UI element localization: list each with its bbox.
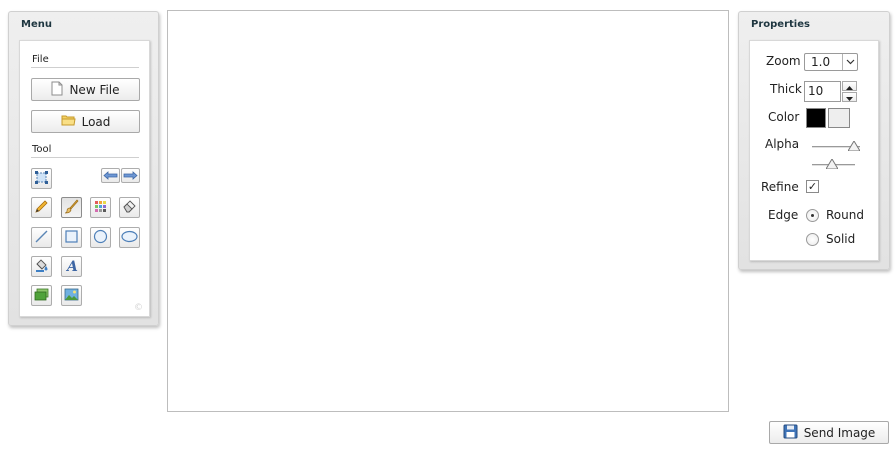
text-tool-button[interactable]: A: [61, 256, 82, 277]
pencil-tool-button[interactable]: [31, 197, 52, 218]
brush-icon: [64, 198, 79, 217]
thick-label: Thick: [770, 82, 802, 96]
refine-label: Refine: [761, 180, 799, 194]
rectangle-icon: [64, 229, 79, 247]
palette-tool-button[interactable]: [90, 197, 111, 218]
zoom-label: Zoom: [766, 54, 801, 68]
layer-tool-button[interactable]: [31, 285, 52, 306]
zoom-value: 1.0: [811, 55, 831, 69]
layer-icon: [34, 288, 49, 304]
load-label: Load: [81, 114, 111, 129]
circle-tool-button[interactable]: [90, 227, 111, 248]
select-icon: [34, 170, 49, 188]
primary-color-swatch[interactable]: [806, 108, 826, 128]
file-section-label: File: [32, 54, 49, 65]
drawing-canvas[interactable]: [167, 10, 729, 412]
color-label: Color: [768, 110, 800, 124]
menu-panel: Menu File New File Load Tool A ©: [8, 11, 159, 326]
brush-tool-button[interactable]: [61, 197, 82, 218]
ellipse-tool-button[interactable]: [119, 227, 140, 248]
properties-body: Zoom 1.0 Thick 10 Color Alpha Refine ✓ E…: [749, 40, 879, 261]
edge-round-label: Round: [826, 208, 864, 222]
fill-bucket-icon: [34, 258, 49, 276]
text-icon: A: [64, 258, 79, 276]
eraser-tool-button[interactable]: [119, 197, 140, 218]
folder-icon: [61, 114, 76, 129]
pencil-icon: [34, 199, 49, 217]
properties-panel: Properties Zoom 1.0 Thick 10 Color Alpha: [738, 11, 890, 270]
save-icon: [783, 424, 798, 442]
redo-button[interactable]: [121, 168, 140, 183]
copyright-icon: ©: [134, 303, 143, 313]
new-file-button[interactable]: New File: [31, 78, 140, 101]
line-icon: [34, 229, 49, 247]
send-image-button[interactable]: Send Image: [769, 421, 889, 444]
menu-body: File New File Load Tool A ©: [19, 40, 150, 317]
secondary-slider-thumb[interactable]: [825, 158, 839, 172]
undo-icon: [103, 169, 118, 183]
tool-separator: [31, 157, 139, 158]
radio-dot: [811, 214, 814, 217]
circle-icon: [93, 229, 108, 247]
image-icon: [64, 288, 79, 304]
file-separator: [31, 67, 139, 68]
redo-icon: [123, 169, 138, 183]
alpha-label: Alpha: [765, 137, 800, 151]
line-tool-button[interactable]: [31, 227, 52, 248]
eraser-icon: [122, 199, 137, 217]
ellipse-icon: [121, 230, 138, 246]
edge-label: Edge: [768, 208, 799, 222]
edge-solid-radio[interactable]: [806, 233, 819, 246]
load-button[interactable]: Load: [31, 110, 140, 133]
tool-section-label: Tool: [32, 144, 52, 155]
secondary-color-swatch[interactable]: [828, 108, 850, 128]
undo-button[interactable]: [101, 168, 120, 183]
edge-solid-label: Solid: [826, 232, 856, 246]
properties-title: Properties: [751, 19, 810, 30]
chevron-down-icon: [842, 54, 857, 70]
thick-input[interactable]: 10: [804, 81, 841, 102]
refine-checkbox[interactable]: ✓: [806, 180, 819, 193]
send-image-label: Send Image: [803, 425, 876, 440]
rectangle-tool-button[interactable]: [61, 227, 82, 248]
new-file-icon: [51, 81, 63, 99]
alpha-slider-thumb[interactable]: [847, 140, 861, 154]
edge-round-radio[interactable]: [806, 209, 819, 222]
palette-icon: [94, 200, 107, 216]
new-file-label: New File: [69, 82, 120, 97]
zoom-select[interactable]: 1.0: [804, 53, 858, 71]
select-tool-button[interactable]: [31, 168, 52, 189]
thick-decrement-button[interactable]: [842, 92, 857, 102]
menu-title: Menu: [21, 19, 52, 30]
svg-text:A: A: [65, 259, 78, 273]
chevron-down-icon: [846, 90, 853, 104]
fill-bucket-tool-button[interactable]: [31, 256, 52, 277]
image-tool-button[interactable]: [61, 285, 82, 306]
